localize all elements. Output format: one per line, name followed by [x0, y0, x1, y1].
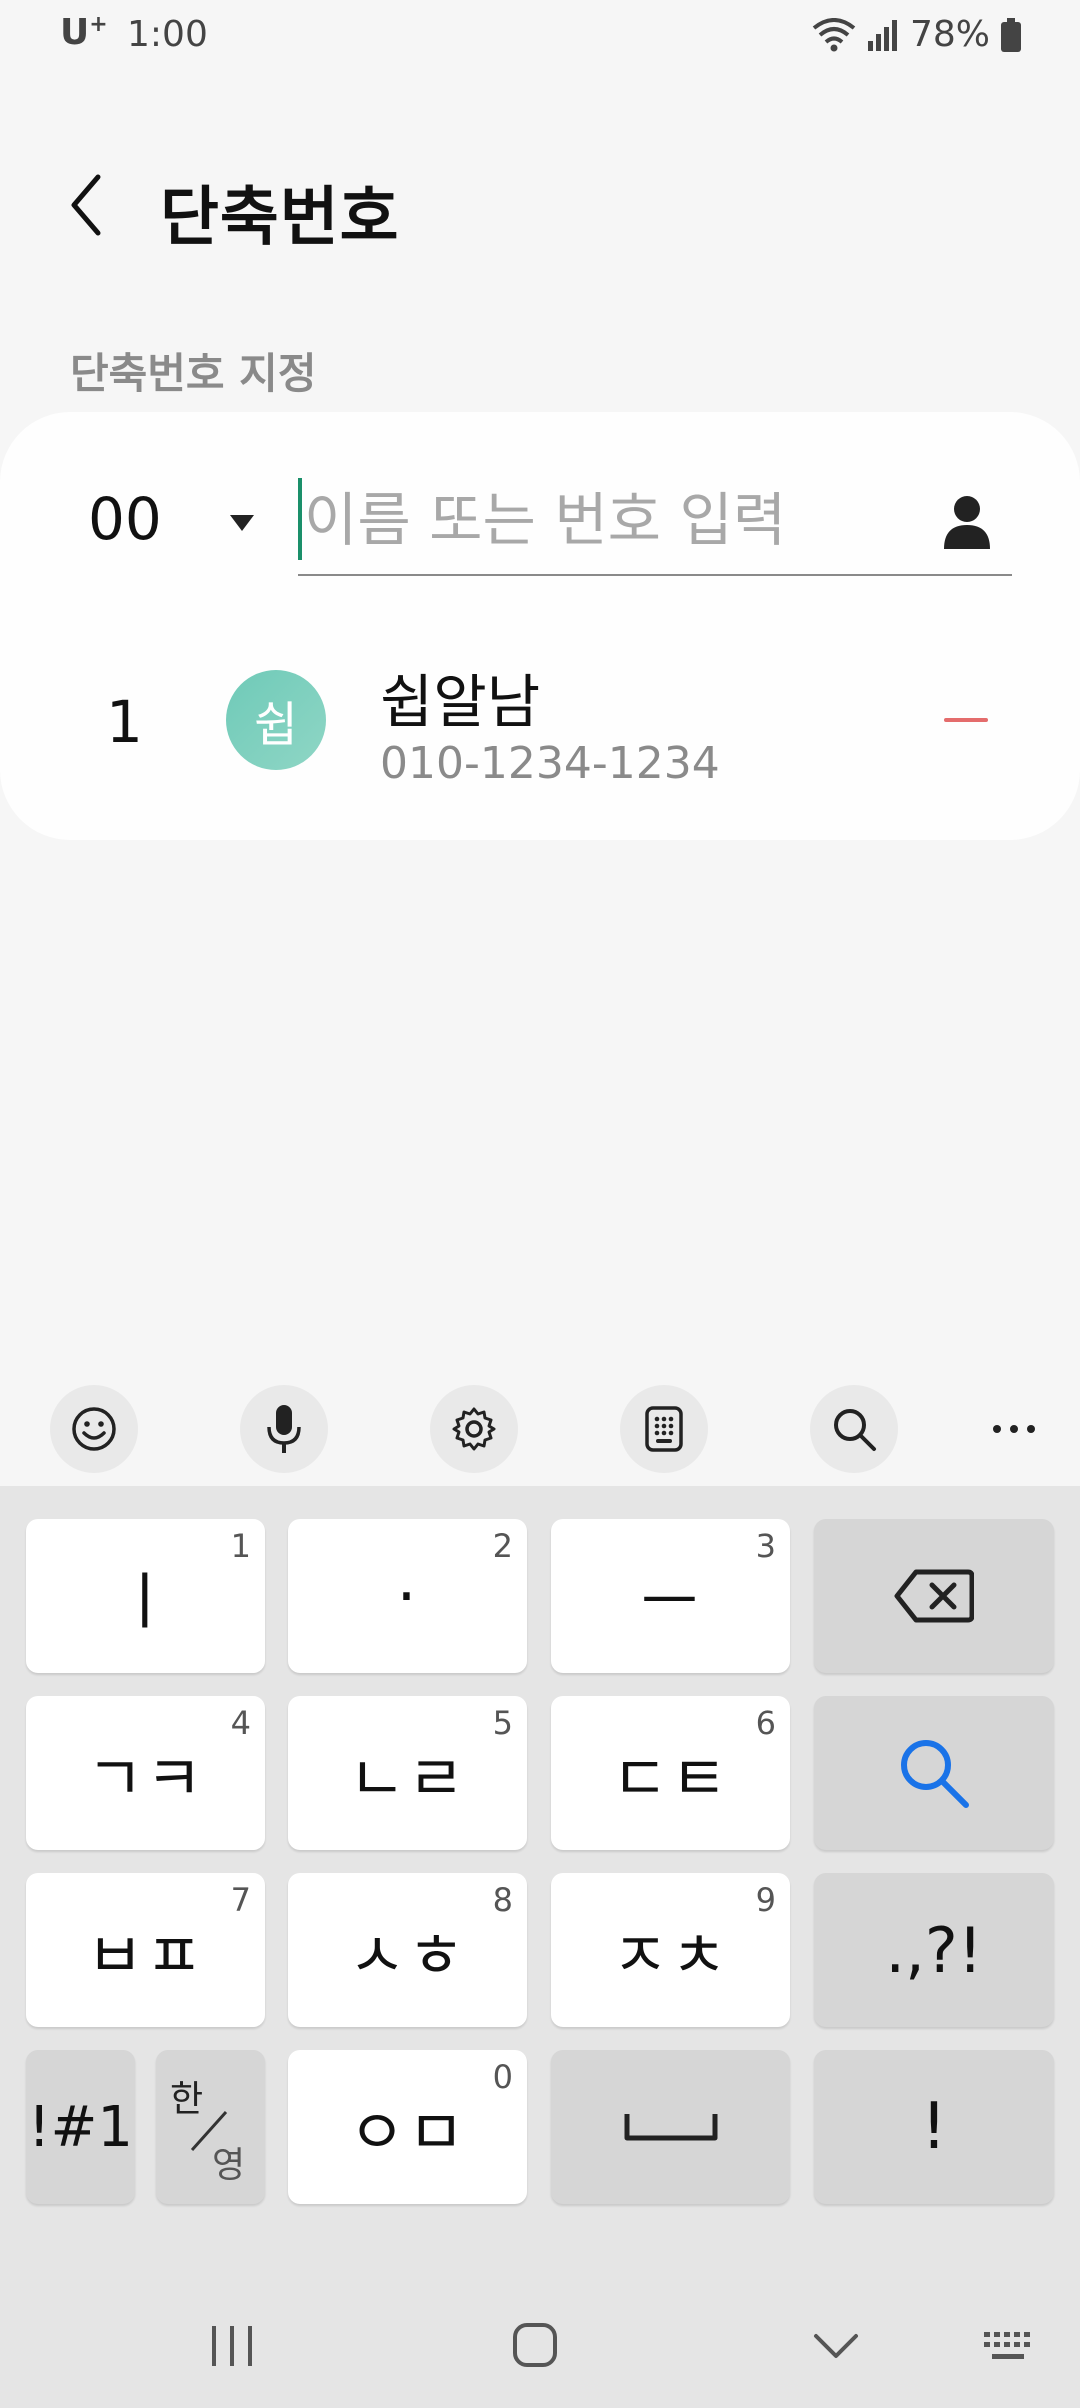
key-hint: 5	[492, 1704, 513, 1742]
key-label: !	[921, 2090, 947, 2164]
section-label: 단축번호 지정	[70, 349, 317, 398]
key-5[interactable]: ㄴㄹ 5	[288, 1696, 527, 1850]
status-bar: U+ 1:00 78%	[0, 0, 1080, 70]
battery-icon	[1000, 17, 1022, 52]
key-0[interactable]: ㅇㅁ 0	[288, 2050, 527, 2204]
voice-input-button[interactable]	[240, 1385, 328, 1473]
search-icon	[901, 1740, 969, 1808]
status-right: 78%	[812, 14, 1022, 55]
key-label: ㅡ	[640, 1565, 701, 1638]
key-hint: 4	[230, 1704, 251, 1742]
key-label: ㄴㄹ	[348, 1742, 467, 1815]
carrier-label: U+	[60, 12, 108, 53]
keyboard-switch-icon[interactable]	[982, 2330, 1038, 2364]
key-3[interactable]: ㅡ 3	[551, 1519, 790, 1673]
recent-apps-icon[interactable]	[208, 2324, 256, 2368]
key-7[interactable]: ㅂㅍ 7	[26, 1873, 265, 2027]
home-icon[interactable]	[512, 2322, 558, 2368]
more-icon	[993, 1425, 1035, 1433]
text-cursor	[298, 478, 302, 560]
emoji-button[interactable]	[50, 1385, 138, 1473]
language-switch-key[interactable]: 한 영	[156, 2050, 265, 2204]
key-label: .,?!	[885, 1913, 983, 1987]
key-label: ㅂㅍ	[86, 1919, 205, 1992]
punctuation-key[interactable]: .,?!	[814, 1873, 1054, 2027]
key-6[interactable]: ㄷㅌ 6	[551, 1696, 790, 1850]
key-label: ㅅㅎ	[348, 1919, 467, 1992]
key-hint: 7	[230, 1881, 251, 1919]
remove-entry-button[interactable]	[944, 700, 988, 740]
key-label: ㅈㅊ	[611, 1919, 730, 1992]
key-4[interactable]: ㄱㅋ 4	[26, 1696, 265, 1850]
name-or-number-input[interactable]	[304, 472, 904, 568]
page-title: 단축번호	[160, 181, 400, 255]
key-hint: 6	[755, 1704, 776, 1742]
contact-person-icon[interactable]	[940, 493, 994, 553]
more-options-button[interactable]	[970, 1385, 1058, 1473]
key-hint: 8	[492, 1881, 513, 1919]
hide-keyboard-icon[interactable]	[812, 2332, 860, 2362]
exclamation-key[interactable]: !	[814, 2050, 1054, 2204]
keyboard-settings-button[interactable]	[430, 1385, 518, 1473]
lang-key-bottom: 영	[212, 2145, 246, 2186]
key-label: ㅇㅁ	[348, 2096, 467, 2169]
key-label: ㄱㅋ	[86, 1742, 205, 1815]
keypad-icon	[645, 1406, 683, 1452]
slot-number-dropdown[interactable]: 00	[88, 485, 268, 565]
space-icon	[624, 2114, 717, 2141]
keyboard-toolbar	[0, 1370, 1080, 1486]
avatar: 쉽	[226, 670, 326, 770]
entry-contact-phone: 010-1234-1234	[380, 738, 720, 789]
key-1[interactable]: ㅣ 1	[26, 1519, 265, 1673]
search-icon	[834, 1409, 876, 1451]
keypad-mode-button[interactable]	[620, 1385, 708, 1473]
microphone-icon	[267, 1405, 301, 1453]
key-2[interactable]: · 2	[288, 1519, 527, 1673]
signal-icon	[866, 19, 900, 51]
wifi-icon	[812, 17, 856, 52]
entry-contact-name[interactable]: 쉽알남	[380, 655, 540, 739]
slot-number-value: 00	[88, 485, 162, 553]
search-key[interactable]	[814, 1696, 1054, 1850]
entry-slot-number: 1	[106, 688, 143, 756]
lang-key-top: 한	[170, 2079, 204, 2120]
backspace-key[interactable]	[814, 1519, 1054, 1673]
key-hint: 3	[755, 1527, 776, 1565]
keyboard-search-button[interactable]	[810, 1385, 898, 1473]
key-hint: 9	[755, 1881, 776, 1919]
status-time: 1:00	[127, 14, 208, 55]
emoji-icon	[72, 1407, 116, 1451]
key-9[interactable]: ㅈㅊ 9	[551, 1873, 790, 2027]
back-button[interactable]	[62, 165, 112, 245]
key-label: ·	[396, 1559, 419, 1633]
space-key[interactable]	[551, 2050, 790, 2204]
key-hint: 0	[492, 2058, 513, 2096]
settings-icon	[452, 1407, 496, 1451]
battery-text: 78%	[909, 14, 990, 55]
name-or-number-field[interactable]	[298, 472, 1012, 576]
key-label: !#1	[28, 2094, 133, 2160]
key-hint: 2	[492, 1527, 513, 1565]
key-hint: 1	[230, 1527, 251, 1565]
key-8[interactable]: ㅅㅎ 8	[288, 1873, 527, 2027]
backspace-icon	[894, 1569, 974, 1623]
back-arrow-icon	[71, 174, 101, 236]
key-label: ㄷㅌ	[611, 1742, 730, 1815]
symbols-key[interactable]: !#1	[26, 2050, 135, 2204]
navigation-bar	[0, 2280, 1080, 2408]
dropdown-caret-icon	[230, 515, 254, 531]
key-label: ㅣ	[115, 1565, 176, 1638]
